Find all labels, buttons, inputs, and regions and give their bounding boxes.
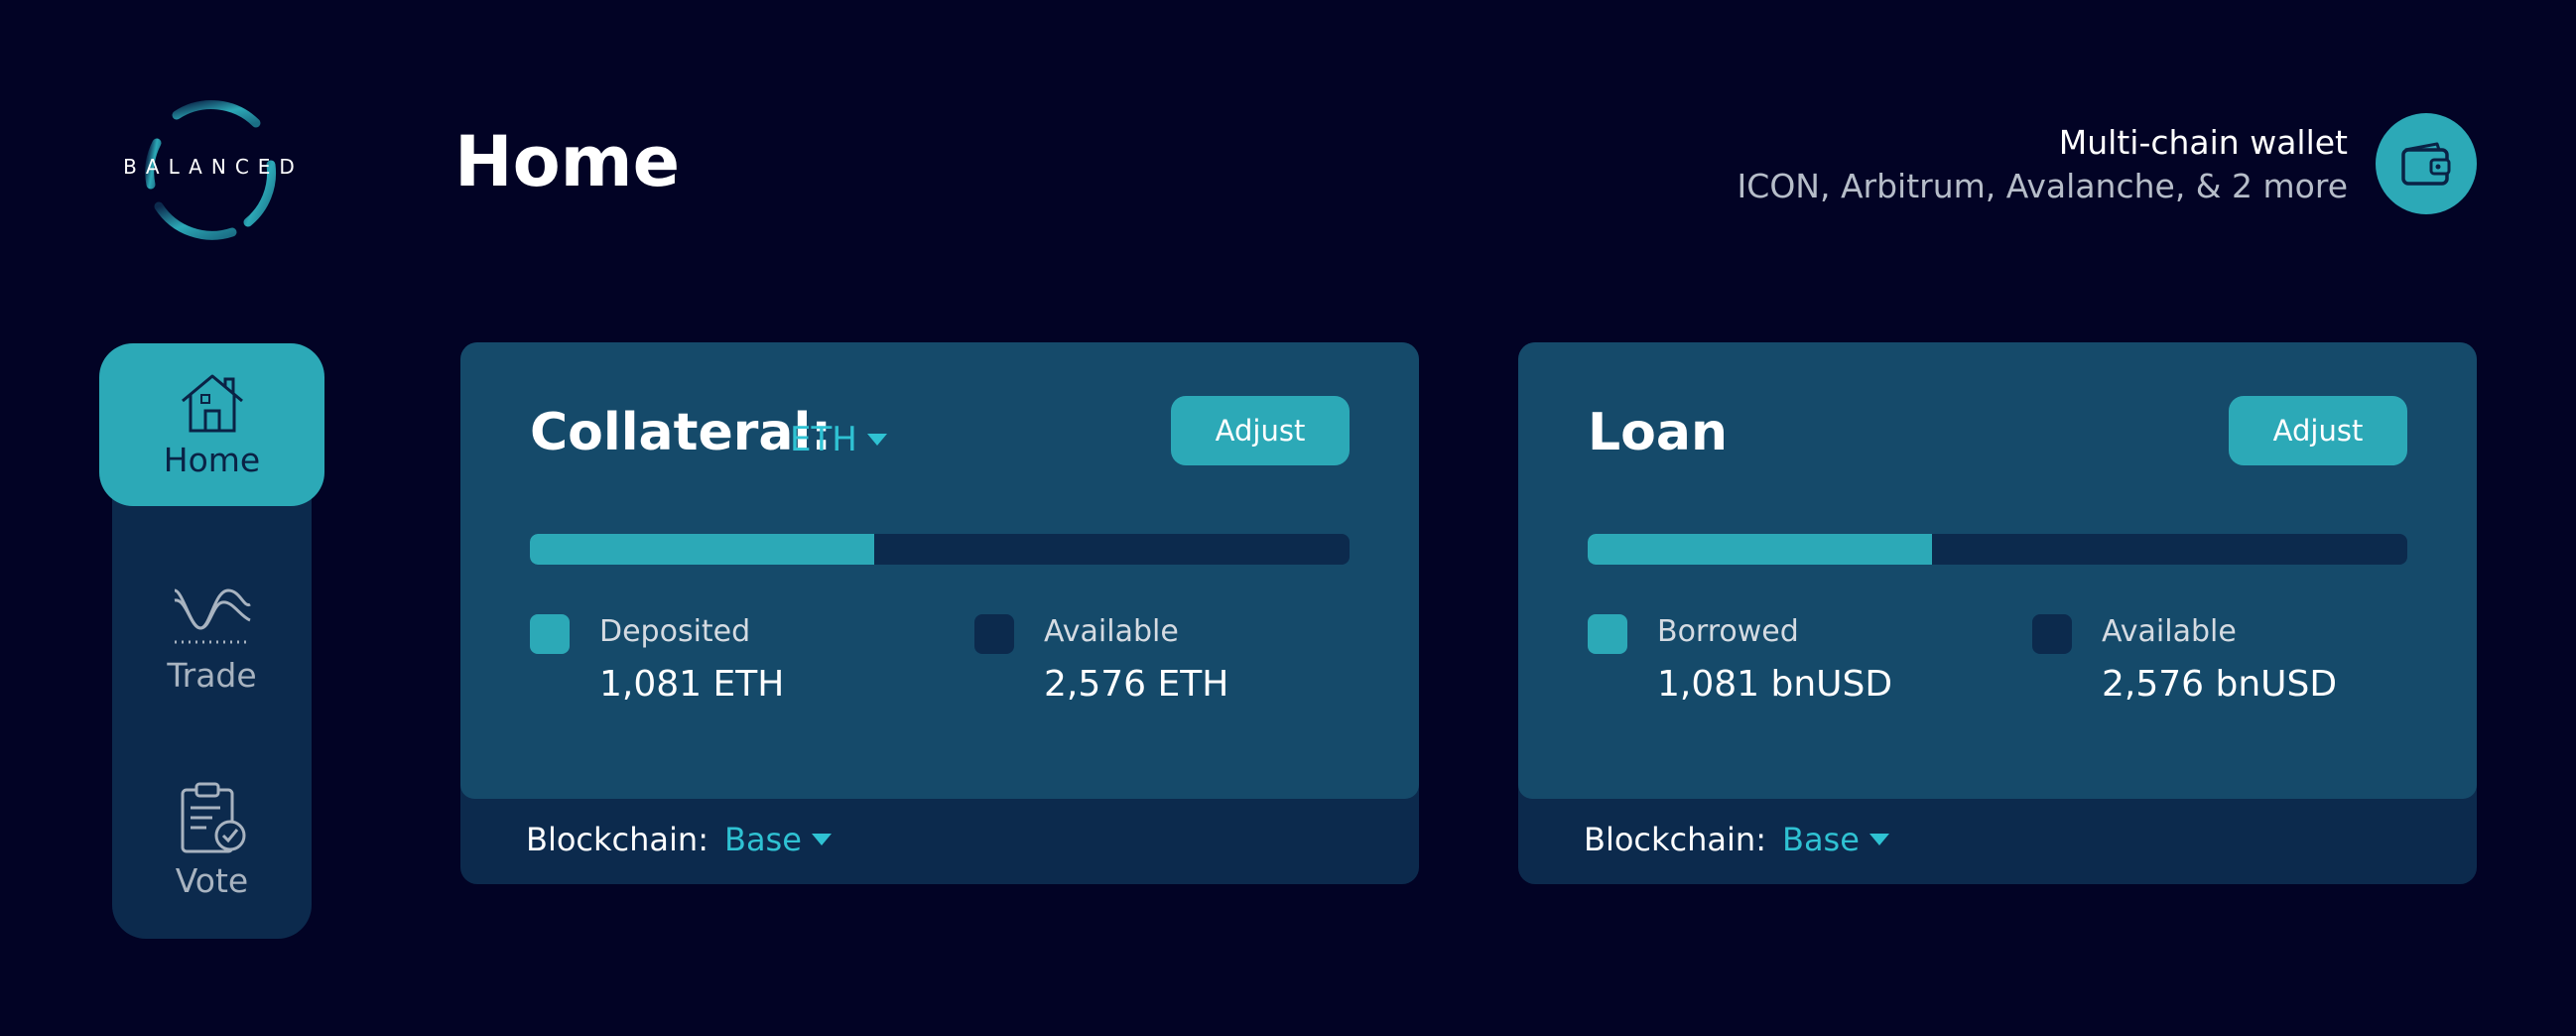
- sidebar-nav: Home Trade Vote: [99, 343, 324, 939]
- borrowed-label: Borrowed: [1657, 614, 1799, 649]
- chevron-down-icon: [866, 434, 887, 446]
- blockchain-value: Base: [723, 821, 802, 858]
- sidebar-item-label: Home: [163, 440, 261, 479]
- collateral-panel: Collateral: ETH Adjust Deposited 1,081 E…: [460, 342, 1419, 799]
- logo-text: BALANCED: [123, 155, 304, 179]
- collateral-adjust-button[interactable]: Adjust: [1171, 396, 1350, 465]
- collateral-asset-value: ETH: [790, 420, 857, 459]
- vote-icon: [181, 782, 245, 852]
- collateral-blockchain-row: Blockchain: Base: [526, 821, 832, 858]
- deposited-label: Deposited: [599, 614, 751, 649]
- balanced-logo[interactable]: BALANCED: [109, 95, 318, 244]
- deposited-swatch: [530, 614, 570, 654]
- collateral-progress-bar: [530, 534, 1350, 565]
- wallet-info: Multi-chain wallet ICON, Arbitrum, Avala…: [1738, 121, 2348, 208]
- chevron-down-icon: [1868, 834, 1889, 845]
- loan-blockchain-select[interactable]: Base: [1782, 821, 1889, 858]
- wallet-chains: ICON, Arbitrum, Avalanche, & 2 more: [1737, 167, 2348, 205]
- available-label: Available: [1044, 614, 1179, 649]
- loan-adjust-button[interactable]: Adjust: [2229, 396, 2407, 465]
- sidebar-item-home[interactable]: Home: [99, 343, 324, 506]
- available-swatch: [974, 614, 1014, 654]
- collateral-title: Collateral:: [530, 403, 833, 462]
- sidebar-item-label: Trade: [167, 655, 257, 695]
- home-icon: [181, 374, 243, 432]
- page-title: Home: [454, 121, 681, 202]
- sidebar-item-label: Vote: [175, 860, 249, 900]
- chevron-down-icon: [811, 834, 832, 845]
- deposited-value: 1,081 ETH: [599, 664, 785, 705]
- loan-card: Loan Adjust Borrowed 1,081 bnUSD Availab…: [1518, 342, 2477, 884]
- available-label: Available: [2102, 614, 2237, 649]
- loan-panel: Loan Adjust Borrowed 1,081 bnUSD Availab…: [1518, 342, 2477, 799]
- available-value: 2,576 bnUSD: [2102, 664, 2338, 705]
- collateral-blockchain-select[interactable]: Base: [724, 821, 832, 858]
- blockchain-value: Base: [1781, 821, 1860, 858]
- trade-icon: [173, 587, 251, 643]
- available-swatch: [2032, 614, 2072, 654]
- collateral-asset-select[interactable]: ETH: [790, 420, 887, 459]
- loan-progress-fill: [1588, 534, 1932, 565]
- loan-title: Loan: [1588, 403, 1728, 462]
- collateral-card: Collateral: ETH Adjust Deposited 1,081 E…: [460, 342, 1419, 884]
- loan-blockchain-row: Blockchain: Base: [1584, 821, 1889, 858]
- wallet-button[interactable]: [2376, 113, 2477, 214]
- blockchain-label: Blockchain:: [526, 821, 708, 858]
- borrowed-swatch: [1588, 614, 1627, 654]
- borrowed-value: 1,081 bnUSD: [1657, 664, 1893, 705]
- wallet-title: Multi-chain wallet: [2058, 123, 2348, 162]
- blockchain-label: Blockchain:: [1584, 821, 1766, 858]
- collateral-progress-fill: [530, 534, 874, 565]
- loan-progress-bar: [1588, 534, 2407, 565]
- sidebar-item-vote[interactable]: Vote: [99, 760, 324, 919]
- available-value: 2,576 ETH: [1044, 664, 1229, 705]
- sidebar-item-trade[interactable]: Trade: [99, 558, 324, 716]
- wallet-icon: [2401, 142, 2451, 186]
